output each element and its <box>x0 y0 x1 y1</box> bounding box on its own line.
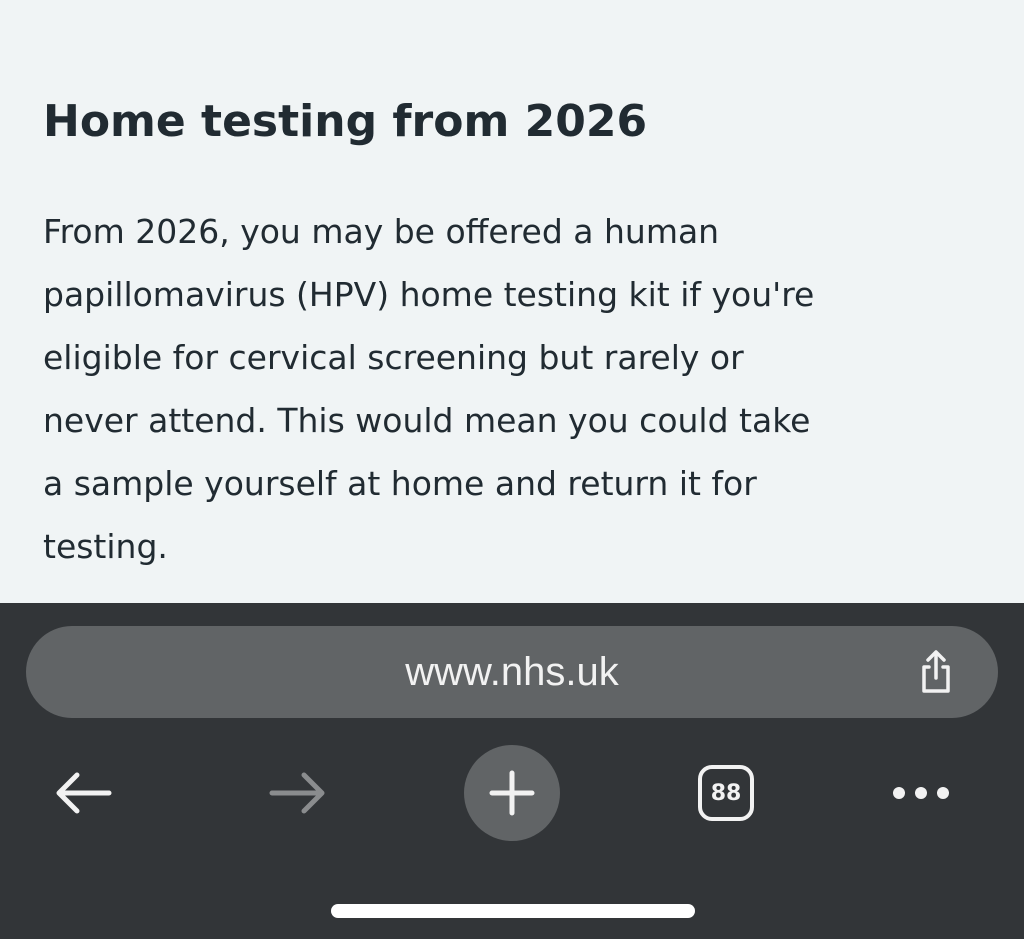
tabs-button[interactable]: 88 <box>676 743 776 843</box>
arrow-right-icon <box>269 772 325 814</box>
more-button[interactable] <box>871 743 971 843</box>
home-indicator[interactable] <box>331 904 695 918</box>
address-bar-url[interactable]: www.nhs.uk <box>26 626 998 718</box>
paragraph-line: a sample yourself at home and return it … <box>43 464 757 503</box>
paragraph-line: From 2026, you may be offered a human <box>43 212 720 251</box>
tab-count: 88 <box>698 765 754 821</box>
paragraph-line: never attend. This would mean you could … <box>43 401 811 440</box>
paragraph-line: papillomavirus (HPV) home testing kit if… <box>43 275 815 314</box>
new-tab-button[interactable] <box>464 745 560 841</box>
share-icon[interactable] <box>912 648 960 696</box>
ellipsis-icon <box>893 787 949 799</box>
forward-button[interactable] <box>248 743 348 843</box>
paragraph-line: eligible for cervical screening but rare… <box>43 338 744 377</box>
back-button[interactable] <box>33 743 133 843</box>
section-paragraph: From 2026, you may be offered a human pa… <box>43 200 973 578</box>
browser-bottom-bar: www.nhs.uk 88 <box>0 603 1024 939</box>
plus-icon <box>489 770 535 816</box>
paragraph-line: testing. <box>43 527 168 566</box>
page-content: Home testing from 2026 From 2026, you ma… <box>0 0 1024 603</box>
address-bar[interactable]: www.nhs.uk <box>26 626 998 718</box>
arrow-left-icon <box>56 772 112 814</box>
section-heading: Home testing from 2026 <box>43 96 648 147</box>
